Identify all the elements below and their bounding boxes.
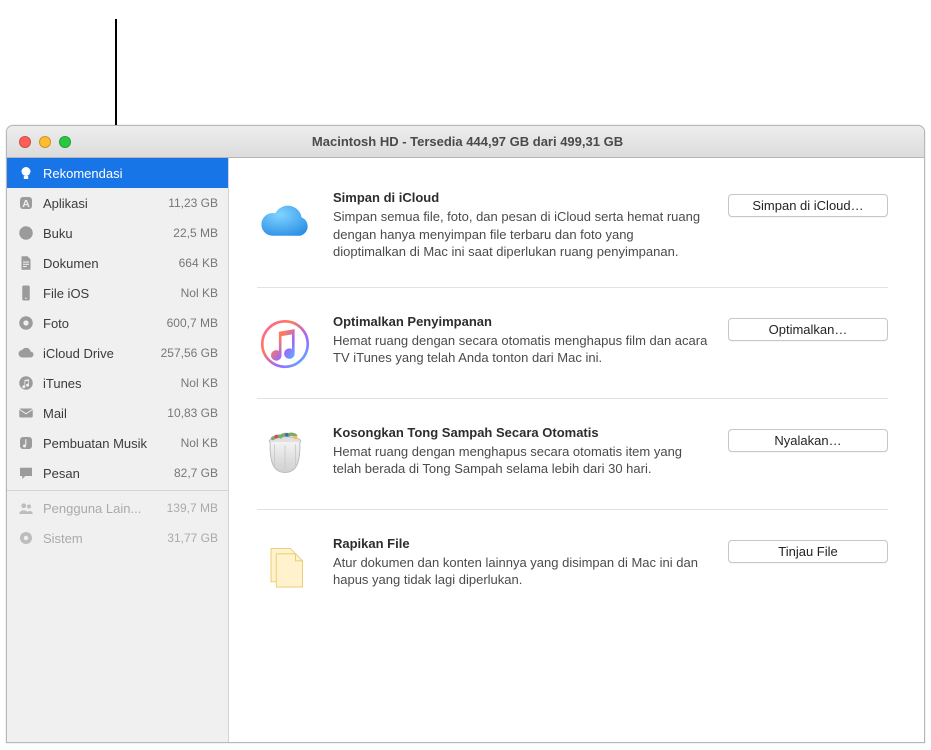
sidebar-item-size: 11,23 GB bbox=[168, 196, 218, 210]
sidebar-item-size: Nol KB bbox=[181, 436, 218, 450]
sidebar-item-size: Nol KB bbox=[181, 376, 218, 390]
sidebar-item-size: 139,7 MB bbox=[167, 501, 218, 515]
titlebar: Macintosh HD - Tersedia 444,97 GB dari 4… bbox=[7, 126, 924, 158]
sidebar-item-label: Sistem bbox=[43, 531, 159, 546]
phone-icon bbox=[17, 284, 35, 302]
recommendation-description: Simpan semua file, foto, dan pesan di iC… bbox=[333, 208, 708, 261]
window-title: Macintosh HD - Tersedia 444,97 GB dari 4… bbox=[71, 134, 924, 149]
recommendation-action-button[interactable]: Simpan di iCloud… bbox=[728, 194, 888, 217]
recommendation-description: Atur dokumen dan konten lainnya yang dis… bbox=[333, 554, 708, 589]
lightbulb-icon bbox=[17, 164, 35, 182]
sidebar-item-label: Rekomendasi bbox=[43, 166, 210, 181]
sidebar-item-label: Aplikasi bbox=[43, 196, 160, 211]
gear-icon bbox=[17, 529, 35, 547]
sidebar-item-label: Pengguna Lain... bbox=[43, 501, 159, 516]
recommendation-row: Kosongkan Tong Sampah Secara Otomatis Hem… bbox=[257, 399, 888, 510]
recommendation-title: Optimalkan Penyimpanan bbox=[333, 314, 708, 329]
sidebar-item-label: Buku bbox=[43, 226, 165, 241]
sidebar-item-pembuatan-musik[interactable]: Pembuatan Musik Nol KB bbox=[7, 428, 228, 458]
close-window-button[interactable] bbox=[19, 136, 31, 148]
sidebar-item-itunes[interactable]: iTunes Nol KB bbox=[7, 368, 228, 398]
recommendation-text: Kosongkan Tong Sampah Secara Otomatis Hem… bbox=[333, 425, 708, 478]
sidebar-item-size: 664 KB bbox=[179, 256, 218, 270]
sidebar-item-file-ios[interactable]: File iOS Nol KB bbox=[7, 278, 228, 308]
photo-icon bbox=[17, 314, 35, 332]
zoom-window-button[interactable] bbox=[59, 136, 71, 148]
cloud-icon bbox=[17, 344, 35, 362]
recommendation-text: Rapikan File Atur dokumen dan konten lain… bbox=[333, 536, 708, 589]
storage-management-window: Macintosh HD - Tersedia 444,97 GB dari 4… bbox=[6, 125, 925, 743]
chat-icon bbox=[17, 464, 35, 482]
recommendation-text: Simpan di iCloud Simpan semua file, foto,… bbox=[333, 190, 708, 261]
recommendation-row: Optimalkan Penyimpanan Hemat ruang dengan… bbox=[257, 288, 888, 399]
recommendation-action-button[interactable]: Nyalakan… bbox=[728, 429, 888, 452]
sidebar: Rekomendasi A Aplikasi 11,23 GB Buku 22,5 MB D… bbox=[7, 158, 229, 742]
recommendation-title: Rapikan File bbox=[333, 536, 708, 551]
sidebar-item-foto[interactable]: Foto 600,7 MB bbox=[7, 308, 228, 338]
icloud-icon bbox=[257, 192, 313, 248]
recommendations-pane: Simpan di iCloud Simpan semua file, foto,… bbox=[229, 158, 924, 742]
recommendation-row: Simpan di iCloud Simpan semua file, foto,… bbox=[257, 186, 888, 288]
doc-icon bbox=[17, 254, 35, 272]
recommendation-text: Optimalkan Penyimpanan Hemat ruang dengan… bbox=[333, 314, 708, 367]
itunes-color-icon bbox=[257, 316, 313, 372]
sidebar-item-label: iCloud Drive bbox=[43, 346, 153, 361]
sidebar-item-aplikasi[interactable]: A Aplikasi 11,23 GB bbox=[7, 188, 228, 218]
music-icon bbox=[17, 434, 35, 452]
sidebar-item-label: File iOS bbox=[43, 286, 173, 301]
sidebar-item-icloud-drive[interactable]: iCloud Drive 257,56 GB bbox=[7, 338, 228, 368]
sidebar-item-size: 600,7 MB bbox=[167, 316, 218, 330]
sidebar-item-size: 31,77 GB bbox=[167, 531, 218, 545]
sidebar-item-label: Foto bbox=[43, 316, 159, 331]
sidebar-item-rekomendasi[interactable]: Rekomendasi bbox=[7, 158, 228, 188]
book-icon bbox=[17, 224, 35, 242]
recommendation-action-button[interactable]: Tinjau File bbox=[728, 540, 888, 563]
sidebar-item-size: 22,5 MB bbox=[173, 226, 218, 240]
sidebar-item-label: Mail bbox=[43, 406, 159, 421]
sidebar-item-sistem[interactable]: Sistem 31,77 GB bbox=[7, 523, 228, 553]
sidebar-item-size: 82,7 GB bbox=[174, 466, 218, 480]
recommendation-description: Hemat ruang dengan menghapus secara otom… bbox=[333, 443, 708, 478]
users-icon bbox=[17, 499, 35, 517]
sidebar-item-pesan[interactable]: Pesan 82,7 GB bbox=[7, 458, 228, 488]
sidebar-divider bbox=[7, 490, 228, 491]
recommendation-row: Rapikan File Atur dokumen dan konten lain… bbox=[257, 510, 888, 620]
recommendation-title: Kosongkan Tong Sampah Secara Otomatis bbox=[333, 425, 708, 440]
sidebar-item-pengguna-lain[interactable]: Pengguna Lain... 139,7 MB bbox=[7, 493, 228, 523]
sidebar-item-size: 10,83 GB bbox=[167, 406, 218, 420]
sidebar-item-mail[interactable]: Mail 10,83 GB bbox=[7, 398, 228, 428]
recommendation-description: Hemat ruang dengan secara otomatis mengh… bbox=[333, 332, 708, 367]
sidebar-item-size: Nol KB bbox=[181, 286, 218, 300]
recommendation-title: Simpan di iCloud bbox=[333, 190, 708, 205]
app-icon: A bbox=[17, 194, 35, 212]
sidebar-item-label: Pesan bbox=[43, 466, 166, 481]
recommendation-action-button[interactable]: Optimalkan… bbox=[728, 318, 888, 341]
files-icon bbox=[257, 538, 313, 594]
sidebar-item-dokumen[interactable]: Dokumen 664 KB bbox=[7, 248, 228, 278]
mail-icon bbox=[17, 404, 35, 422]
sidebar-item-buku[interactable]: Buku 22,5 MB bbox=[7, 218, 228, 248]
minimize-window-button[interactable] bbox=[39, 136, 51, 148]
itunes-icon bbox=[17, 374, 35, 392]
window-controls bbox=[7, 136, 71, 148]
sidebar-item-label: Dokumen bbox=[43, 256, 171, 271]
sidebar-item-label: iTunes bbox=[43, 376, 173, 391]
sidebar-item-size: 257,56 GB bbox=[161, 346, 218, 360]
svg-text:A: A bbox=[22, 198, 30, 210]
sidebar-item-label: Pembuatan Musik bbox=[43, 436, 173, 451]
trash-icon bbox=[257, 427, 313, 483]
